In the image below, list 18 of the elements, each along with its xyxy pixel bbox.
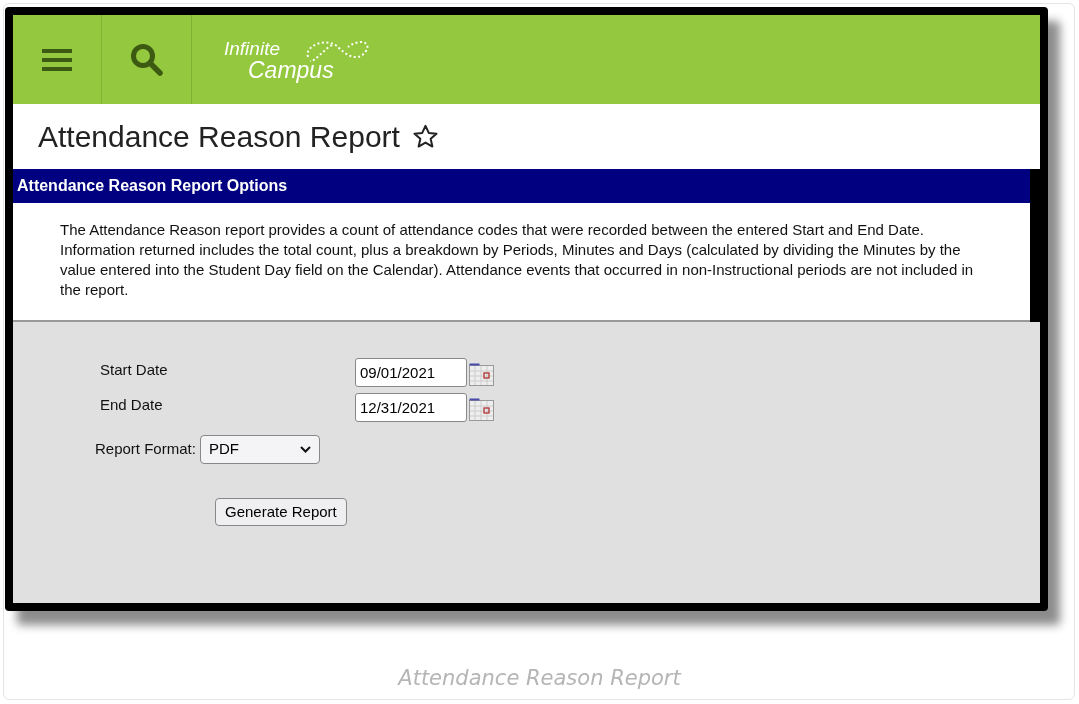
page-title: Attendance Reason Report [38, 119, 400, 155]
calendar-icon[interactable] [469, 363, 494, 386]
star-icon[interactable] [411, 123, 439, 150]
logo: Infinite Campus [224, 34, 374, 85]
generate-report-button[interactable]: Generate Report [215, 498, 347, 526]
field-label: Report Format: [95, 439, 196, 460]
field-label: End Date [100, 395, 164, 415]
search-icon [129, 42, 164, 77]
figure-caption: Attendance Reason Report [396, 665, 683, 692]
date-field[interactable]: 09/01/2021 [355, 358, 467, 387]
menu-icon [42, 46, 72, 73]
date-field[interactable]: 12/31/2021 [355, 393, 467, 422]
section-title: Attendance Reason Report Options [17, 176, 288, 196]
calendar-icon[interactable] [469, 398, 494, 421]
format-select[interactable]: PDF [199, 435, 320, 464]
chevron-down-icon [299, 446, 311, 453]
description-text: The Attendance Reason report provides a count of attendance codes that were recorded between the entered Start and End Date. Information returned includes the total count, plus a breakdown by Periods, Minutes and Days (calculated by dividing the Minutes by the value entered into the Student Day field on the Calendar). Attendance events that occurred in non-Instructional periods are not included in the report. [60, 220, 975, 300]
field-label: Start Date [100, 360, 169, 380]
